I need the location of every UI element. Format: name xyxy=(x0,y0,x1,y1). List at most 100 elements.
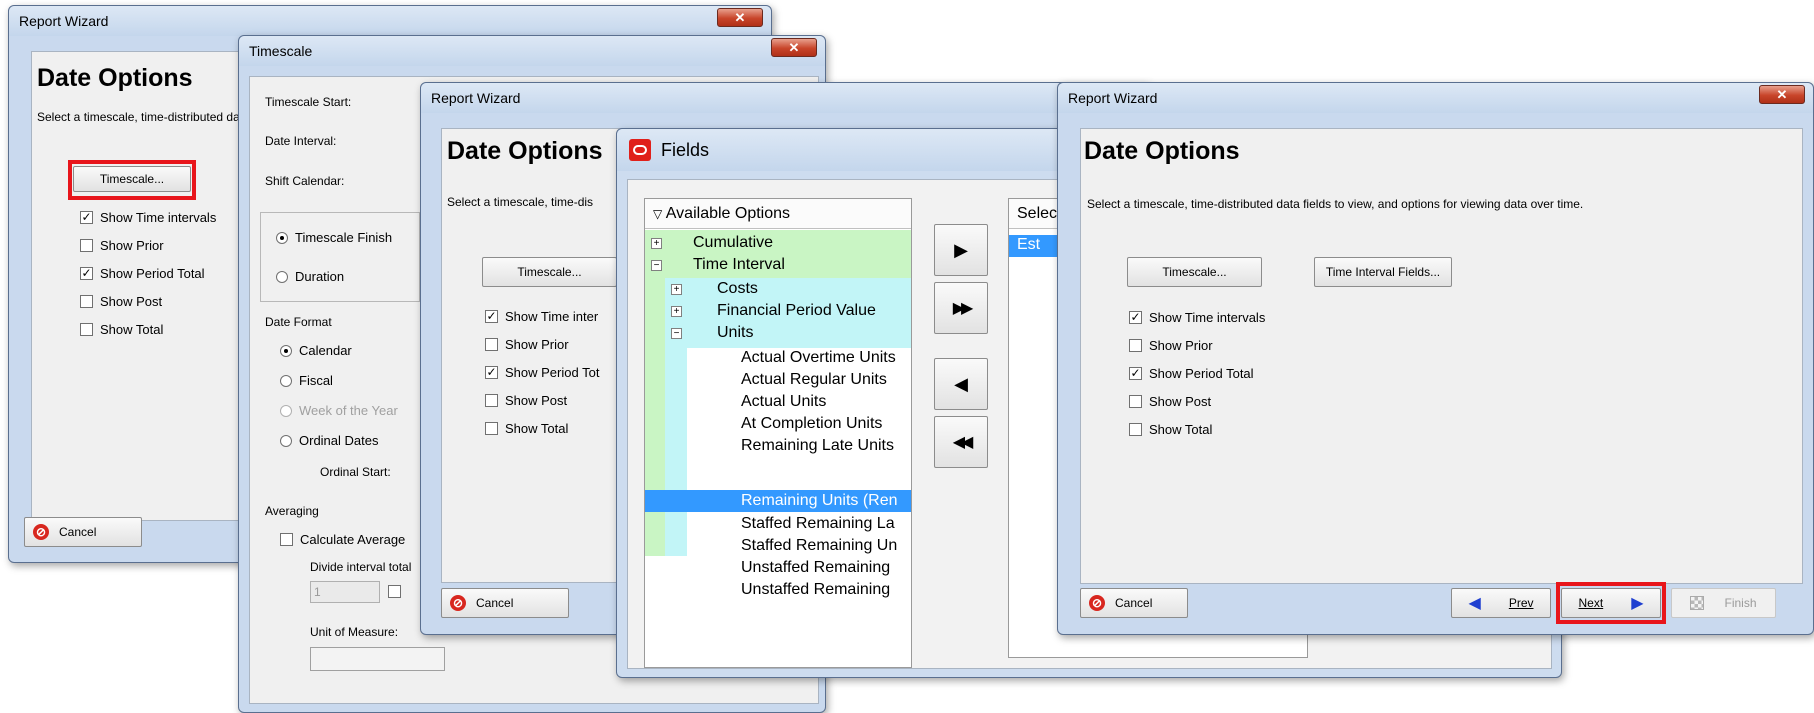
cancel-button[interactable]: ⊘ Cancel xyxy=(24,517,142,547)
tree-leaf[interactable]: At Completion Units xyxy=(741,415,882,433)
tree-item[interactable]: Units xyxy=(717,324,753,342)
checkbox-icon xyxy=(1129,423,1142,436)
checkbox-show-total[interactable]: Show Total xyxy=(1129,422,1212,437)
checkbox-icon xyxy=(80,295,93,308)
prev-button[interactable]: ◀ Prev xyxy=(1451,588,1551,618)
arrow-left-icon: ◀ xyxy=(1468,595,1481,612)
radio-icon xyxy=(280,434,292,447)
radio-ordinal-dates[interactable]: Ordinal Dates xyxy=(280,433,378,448)
wizard-content: Date Options Select a timescale, time-di… xyxy=(1080,128,1803,584)
cancel-icon: ⊘ xyxy=(33,524,49,540)
time-interval-fields-button[interactable]: Time Interval Fields... xyxy=(1314,257,1452,287)
checkbox-show-time-intervals[interactable]: ✓ Show Time intervals xyxy=(80,210,216,225)
finish-button: Finish xyxy=(1671,588,1776,618)
radio-fiscal[interactable]: Fiscal xyxy=(280,373,333,388)
timescale-button[interactable]: Timescale... xyxy=(1127,257,1262,287)
date-format-label: Date Format xyxy=(265,315,332,329)
window-title: Timescale xyxy=(249,43,313,59)
tree-leaf[interactable]: Actual Overtime Units xyxy=(741,349,896,367)
shift-calendar-label: Shift Calendar: xyxy=(265,174,345,188)
tree-item[interactable]: Cumulative xyxy=(693,234,773,252)
chevron-down-icon: ▽ xyxy=(653,207,663,221)
report-wizard-window-3: Report Wizard ✕ Date Options Select a ti… xyxy=(1057,82,1814,635)
checkbox-show-total[interactable]: Show Total xyxy=(80,322,163,337)
page-title: Date Options xyxy=(1084,137,1240,165)
radio-icon xyxy=(276,231,288,244)
radio-icon xyxy=(276,270,288,283)
radio-duration[interactable]: Duration xyxy=(276,269,344,284)
timescale-end-group: Timescale Finish Duration xyxy=(260,212,420,302)
oracle-logo-icon xyxy=(629,139,651,161)
radio-timescale-finish[interactable]: Timescale Finish xyxy=(276,230,392,245)
tree-leaf[interactable]: Actual Regular Units xyxy=(741,371,887,389)
remove-all-button[interactable]: ◀◀ xyxy=(934,416,988,468)
checkbox-icon: ✓ xyxy=(1129,310,1142,324)
page-title: Date Options xyxy=(447,137,603,165)
checkbox-show-period-total[interactable]: ✓ Show Period Total xyxy=(80,266,205,281)
tree-item[interactable]: Time Interval xyxy=(693,256,785,274)
checkbox-show-total[interactable]: Show Total xyxy=(485,421,568,436)
checkbox-show-post[interactable]: Show Post xyxy=(485,393,567,408)
tree-leaf[interactable]: Staffed Remaining Un xyxy=(741,537,897,555)
expand-icon[interactable]: + xyxy=(671,284,682,295)
checkbox-calculate-average[interactable]: Calculate Average xyxy=(280,532,405,547)
close-button[interactable]: ✕ xyxy=(717,8,763,27)
remove-button[interactable]: ◀ xyxy=(934,358,988,410)
close-button[interactable]: ✕ xyxy=(1759,85,1805,104)
timescale-button[interactable]: Timescale... xyxy=(482,257,617,287)
radio-week-of-year: Week of the Year xyxy=(280,403,398,418)
checkbox-icon xyxy=(485,338,498,351)
radio-calendar[interactable]: Calendar xyxy=(280,343,352,358)
checkbox-icon: ✓ xyxy=(80,266,93,280)
tree-leaf[interactable]: Unstaffed Remaining xyxy=(741,581,890,599)
checkbox-show-prior[interactable]: Show Prior xyxy=(485,337,569,352)
page-description: Select a timescale, time-dis xyxy=(447,195,594,209)
checkbox-icon xyxy=(485,394,498,407)
divide-value-input[interactable]: 1 xyxy=(310,581,380,603)
cancel-icon: ⊘ xyxy=(1089,595,1105,611)
tree-item[interactable]: Costs xyxy=(717,280,758,298)
checkbox-icon: ✓ xyxy=(485,365,498,379)
window-title: Report Wizard xyxy=(19,13,109,29)
expand-icon[interactable]: + xyxy=(671,306,682,317)
tree-leaf[interactable]: Staffed Remaining La xyxy=(741,515,895,533)
window-title: Report Wizard xyxy=(1068,90,1158,106)
checkbox-icon xyxy=(1129,339,1142,352)
averaging-label: Averaging xyxy=(265,504,319,518)
window-titlebar[interactable]: Timescale ✕ xyxy=(239,36,825,66)
radio-icon xyxy=(280,344,292,357)
window-title: Fields xyxy=(661,139,710,160)
window-titlebar[interactable]: Report Wizard ✕ xyxy=(1058,83,1813,113)
tree-leaf[interactable]: Remaining Late Units xyxy=(741,437,894,455)
checkbox-divide-option[interactable] xyxy=(388,585,408,598)
add-button[interactable]: ▶ xyxy=(934,224,988,276)
tree-item[interactable]: Financial Period Value xyxy=(717,302,876,320)
checkbox-show-time-intervals[interactable]: ✓ Show Time inter xyxy=(485,309,598,324)
cancel-button[interactable]: ⊘ Cancel xyxy=(1080,588,1188,618)
cancel-button[interactable]: ⊘ Cancel xyxy=(441,588,569,618)
tree-leaf[interactable]: Actual Units xyxy=(741,393,826,411)
tree-leaf[interactable]: Unstaffed Remaining xyxy=(741,559,890,577)
window-titlebar[interactable]: Report Wizard ✕ xyxy=(9,6,771,36)
checkered-flag-icon xyxy=(1690,596,1705,610)
checkbox-show-prior[interactable]: Show Prior xyxy=(80,238,164,253)
checkbox-show-prior[interactable]: Show Prior xyxy=(1129,338,1213,353)
window-titlebar[interactable]: Report Wizard xyxy=(421,83,1149,113)
timescale-start-label: Timescale Start: xyxy=(265,95,352,109)
checkbox-show-post[interactable]: Show Post xyxy=(80,294,162,309)
checkbox-icon: ✓ xyxy=(80,210,93,224)
tree-leaf-selected[interactable]: Remaining Units (Ren xyxy=(741,492,898,510)
add-all-button[interactable]: ▶▶ xyxy=(934,282,988,334)
collapse-icon[interactable]: − xyxy=(671,328,682,339)
radio-icon xyxy=(280,374,292,387)
collapse-icon[interactable]: − xyxy=(651,260,662,271)
checkbox-show-period-total[interactable]: ✓ Show Period Total xyxy=(1129,366,1254,381)
checkbox-show-period-total[interactable]: ✓ Show Period Tot xyxy=(485,365,599,380)
close-button[interactable]: ✕ xyxy=(771,38,817,57)
unit-of-measure-input[interactable] xyxy=(310,647,445,671)
expand-icon[interactable]: + xyxy=(651,238,662,249)
available-options-header[interactable]: ▽ Available Options xyxy=(645,199,911,229)
checkbox-show-post[interactable]: Show Post xyxy=(1129,394,1211,409)
checkbox-show-time-intervals[interactable]: ✓ Show Time intervals xyxy=(1129,310,1265,325)
highlight-box xyxy=(68,160,196,200)
